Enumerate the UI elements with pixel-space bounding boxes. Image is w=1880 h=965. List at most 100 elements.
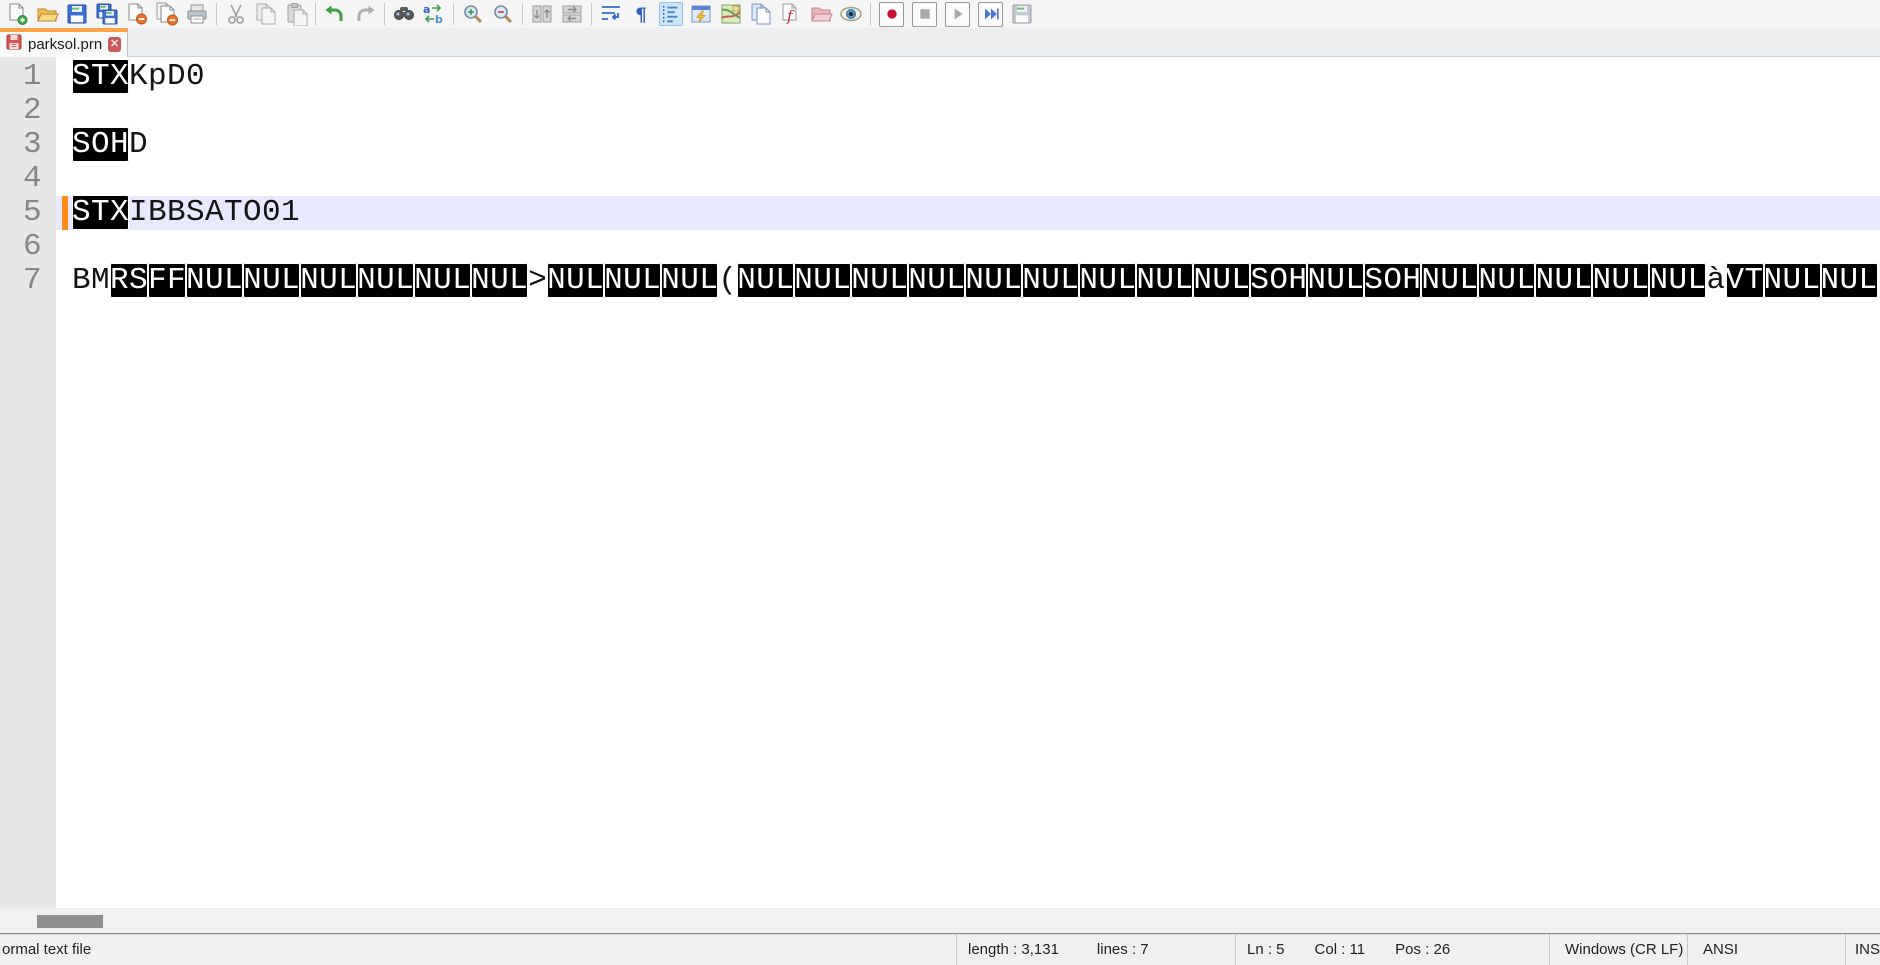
control-char: NUL	[243, 263, 300, 298]
control-char: NUL	[1307, 263, 1364, 298]
code-text[interactable]: BMRSFFNULNULNULNULNULNUL>NULNULNUL(NULNU…	[72, 264, 1880, 298]
svg-text:¶: ¶	[635, 4, 647, 26]
status-column: Col : 11	[1315, 941, 1366, 958]
editor-line: 4	[0, 162, 1880, 196]
control-char: NUL	[1136, 263, 1193, 298]
monitoring-icon[interactable]	[839, 2, 863, 26]
code-text[interactable]: STXIBBSATO01	[72, 196, 1880, 230]
toolbar-separator	[453, 3, 454, 25]
marker-margin	[56, 264, 72, 298]
status-length: length : 3,131	[968, 941, 1059, 958]
editor-line: 5 STXIBBSATO01	[0, 196, 1880, 230]
code-text[interactable]	[72, 162, 1880, 196]
control-char: FF	[148, 263, 186, 298]
close-all-icon[interactable]	[155, 2, 179, 26]
close-file-icon[interactable]	[125, 2, 149, 26]
control-char: NUL	[1764, 263, 1821, 298]
line-number[interactable]: 3	[0, 128, 56, 162]
line-number[interactable]: 6	[0, 230, 56, 264]
document-map-icon[interactable]	[719, 2, 743, 26]
control-char: NUL	[1649, 263, 1706, 298]
control-char: RS	[110, 263, 148, 298]
folder-as-workspace-icon[interactable]	[809, 2, 833, 26]
find-icon[interactable]	[392, 2, 416, 26]
marker-margin	[56, 162, 72, 196]
tab-close-icon[interactable]: ✕	[108, 37, 121, 52]
marker-margin	[56, 94, 72, 128]
show-indent-guide-icon[interactable]	[659, 2, 683, 26]
code-text[interactable]: SOHD	[72, 128, 1880, 162]
control-char: NUL	[604, 263, 661, 298]
horizontal-scrollbar[interactable]	[0, 908, 1880, 933]
macro-run-multiple-icon[interactable]	[978, 2, 1003, 27]
undo-icon[interactable]	[323, 2, 347, 26]
control-char: NUL	[851, 263, 908, 298]
toolbar-separator	[870, 3, 871, 25]
editor-line: 1 STXKpD0	[0, 60, 1880, 94]
editor-line: 3 SOHD	[0, 128, 1880, 162]
zoom-in-icon[interactable]	[461, 2, 485, 26]
control-char: VT	[1726, 263, 1764, 298]
control-char: NUL	[471, 263, 528, 298]
toolbar-separator	[522, 3, 523, 25]
tab-bar: parksol.prn ✕	[0, 28, 1880, 57]
plain-text: BM	[72, 263, 110, 298]
line-number[interactable]: 1	[0, 60, 56, 94]
replace-icon[interactable]: ab	[422, 2, 446, 26]
marker-margin	[56, 128, 72, 162]
word-wrap-icon[interactable]	[599, 2, 623, 26]
sync-vertical-icon	[530, 2, 554, 26]
control-char: NUL	[1478, 263, 1535, 298]
sync-horizontal-icon	[560, 2, 584, 26]
editor-line: 2	[0, 94, 1880, 128]
status-typing-mode[interactable]: INS	[1846, 934, 1880, 965]
show-all-characters-icon[interactable]: ¶	[629, 2, 653, 26]
control-char: NUL	[547, 263, 604, 298]
control-char: NUL	[965, 263, 1022, 298]
user-defined-language-icon[interactable]	[689, 2, 713, 26]
line-number[interactable]: 2	[0, 94, 56, 128]
control-char: NUL	[1821, 263, 1878, 298]
macro-save-icon	[1010, 2, 1034, 26]
control-char: NUL	[1535, 263, 1592, 298]
control-char: NUL	[908, 263, 965, 298]
toolbar-separator	[591, 3, 592, 25]
control-char: NUL	[1193, 263, 1250, 298]
save-icon[interactable]	[65, 2, 89, 26]
control-char: NUL	[661, 263, 718, 298]
open-file-icon[interactable]	[35, 2, 59, 26]
line-number[interactable]: 4	[0, 162, 56, 196]
code-text[interactable]: STXKpD0	[72, 60, 1880, 94]
function-list-icon[interactable]: f	[779, 2, 803, 26]
control-char: NUL	[186, 263, 243, 298]
line-number[interactable]: 5	[0, 196, 56, 230]
control-char: NUL	[414, 263, 471, 298]
svg-text:a: a	[423, 3, 430, 16]
status-line: Ln : 5	[1247, 941, 1285, 958]
status-pos: Pos : 26	[1395, 941, 1450, 958]
code-text[interactable]	[72, 230, 1880, 264]
status-eol-format[interactable]: Windows (CR LF)	[1550, 934, 1688, 965]
print-icon[interactable]	[185, 2, 209, 26]
macro-record-icon[interactable]	[879, 2, 904, 27]
status-encoding[interactable]: ANSI	[1688, 934, 1846, 965]
toolbar-separator	[216, 3, 217, 25]
paste-icon	[284, 2, 308, 26]
horizontal-scrollbar-thumb[interactable]	[37, 915, 103, 928]
line-number[interactable]: 7	[0, 264, 56, 298]
new-file-icon[interactable]	[5, 2, 29, 26]
status-length-lines: length : 3,131 lines : 7	[957, 934, 1236, 965]
control-char: SOH	[72, 127, 129, 162]
code-text[interactable]	[72, 94, 1880, 128]
control-char: NUL	[737, 263, 794, 298]
cut-icon	[224, 2, 248, 26]
zoom-out-icon[interactable]	[491, 2, 515, 26]
tab-parksol[interactable]: parksol.prn ✕	[0, 28, 128, 57]
modified-line-marker	[56, 196, 72, 230]
control-char: SOH	[1364, 263, 1421, 298]
save-all-icon[interactable]	[95, 2, 119, 26]
modified-file-icon	[6, 34, 22, 55]
control-char: NUL	[1592, 263, 1649, 298]
document-list-icon[interactable]	[749, 2, 773, 26]
editor-area[interactable]: 1STXKpD023SOHD45STXIBBSATO0167BMRSFFNULN…	[0, 57, 1880, 908]
